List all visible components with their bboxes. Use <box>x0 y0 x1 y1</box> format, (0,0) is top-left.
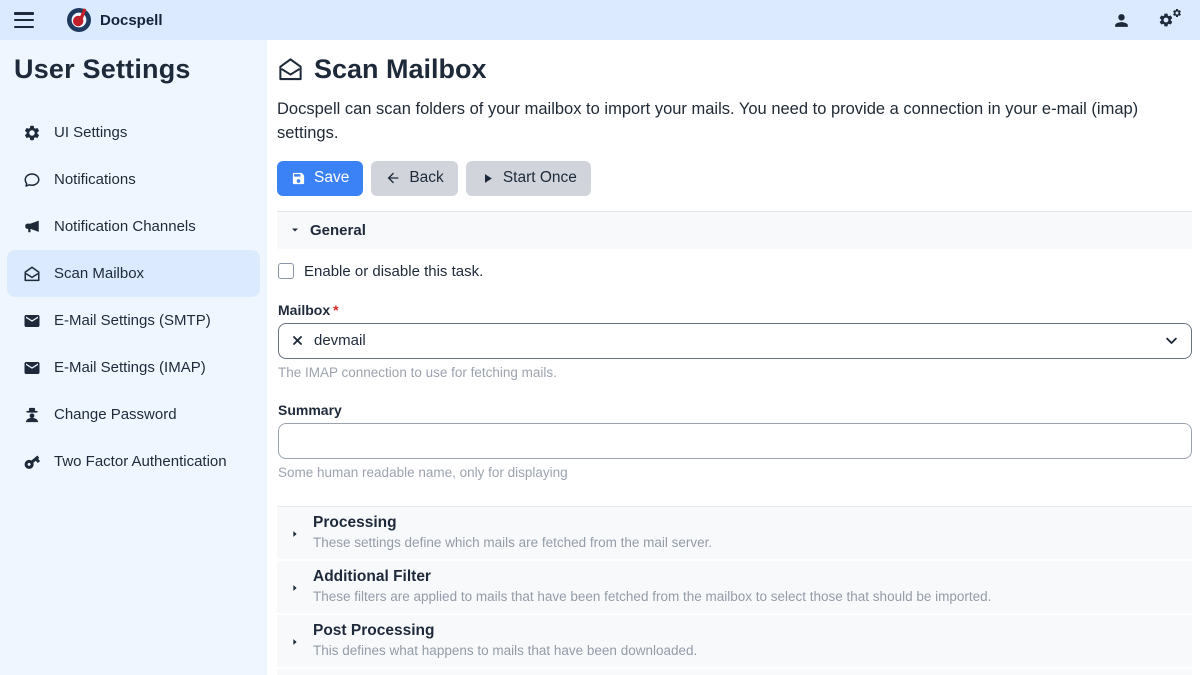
sidebar-item-change-password[interactable]: Change Password <box>7 391 260 438</box>
summary-input[interactable] <box>278 423 1192 459</box>
sidebar-item-label: E-Mail Settings (SMTP) <box>54 312 211 329</box>
general-section-body: Enable or disable this task. Mailbox* de… <box>277 249 1192 480</box>
caret-right-icon <box>290 635 300 647</box>
summary-field-label: Summary <box>278 402 1192 418</box>
user-settings-sidebar: User Settings UI Settings Notifications … <box>0 40 267 675</box>
sidebar-item-label: Notification Channels <box>54 218 196 235</box>
save-icon <box>291 171 306 186</box>
sidebar-item-email-settings-imap[interactable]: E-Mail Settings (IMAP) <box>7 344 260 391</box>
start-once-button-label: Start Once <box>503 169 577 187</box>
section-title: Post Processing <box>313 622 1180 640</box>
section-subtitle: This defines what happens to mails that … <box>313 643 1180 658</box>
enable-task-row[interactable]: Enable or disable this task. <box>278 263 1192 280</box>
mailbox-selected-value: devmail <box>314 332 366 349</box>
scan-mailbox-page: Scan Mailbox Docspell can scan folders o… <box>267 40 1200 675</box>
gear-icon <box>22 123 41 142</box>
envelope-icon <box>22 311 41 330</box>
caret-down-icon <box>289 224 301 236</box>
mailbox-field-label: Mailbox* <box>278 302 1192 318</box>
section-subtitle: These settings define which mails are fe… <box>313 535 1180 550</box>
chevron-down-icon[interactable] <box>1164 333 1179 348</box>
save-button[interactable]: Save <box>277 161 363 196</box>
sidebar-item-ui-settings[interactable]: UI Settings <box>7 109 260 156</box>
app-name: Docspell <box>100 12 163 29</box>
enable-task-checkbox[interactable] <box>278 263 294 279</box>
remove-selection-icon[interactable] <box>291 334 304 347</box>
sidebar-item-notifications[interactable]: Notifications <box>7 156 260 203</box>
envelope-icon <box>22 358 41 377</box>
app-brand[interactable]: Docspell <box>66 7 163 33</box>
save-button-label: Save <box>314 169 349 187</box>
user-secret-icon <box>22 405 41 424</box>
collapsed-sections: Processing These settings define which m… <box>277 506 1192 675</box>
back-button-label: Back <box>409 169 443 187</box>
top-bar: Docspell <box>0 0 1200 40</box>
sidebar-item-email-settings-smtp[interactable]: E-Mail Settings (SMTP) <box>7 297 260 344</box>
envelope-open-icon <box>277 56 304 83</box>
section-additional-filter[interactable]: Additional Filter These filters are appl… <box>277 561 1192 615</box>
summary-helper-text: Some human readable name, only for displ… <box>278 465 1192 480</box>
bullhorn-icon <box>22 217 41 236</box>
app-logo <box>66 7 92 33</box>
mailbox-select[interactable]: devmail <box>278 323 1192 359</box>
play-icon <box>480 171 495 186</box>
enable-task-label: Enable or disable this task. <box>304 263 483 280</box>
comment-icon <box>22 170 41 189</box>
envelope-open-icon <box>22 264 41 283</box>
section-subtitle: These filters are applied to mails that … <box>313 589 1180 604</box>
section-processing[interactable]: Processing These settings define which m… <box>277 507 1192 561</box>
page-title: Scan Mailbox <box>314 54 487 85</box>
mailbox-helper-text: The IMAP connection to use for fetching … <box>278 365 1192 380</box>
general-section-header[interactable]: General <box>277 211 1192 249</box>
section-title: Additional Filter <box>313 568 1180 586</box>
back-button[interactable]: Back <box>371 161 457 196</box>
sidebar-item-label: Notifications <box>54 171 136 188</box>
section-title: Processing <box>313 514 1180 532</box>
caret-right-icon <box>290 581 300 593</box>
sidebar-item-label: Two Factor Authentication <box>54 453 227 470</box>
user-icon[interactable] <box>1110 9 1132 31</box>
sidebar-item-label: Change Password <box>54 406 177 423</box>
sidebar-title: User Settings <box>0 50 267 95</box>
sidebar-item-scan-mailbox[interactable]: Scan Mailbox <box>7 250 260 297</box>
sidebar-item-label: UI Settings <box>54 124 127 141</box>
page-description: Docspell can scan folders of your mailbo… <box>277 98 1192 146</box>
section-metadata[interactable]: Metadata Define metadata that should be … <box>277 669 1192 675</box>
general-section-label: General <box>310 222 366 239</box>
cogs-icon[interactable] <box>1158 9 1180 31</box>
arrow-left-icon <box>385 170 401 186</box>
required-marker: * <box>333 302 338 318</box>
sidebar-item-two-factor-auth[interactable]: Two Factor Authentication <box>7 438 260 485</box>
section-post-processing[interactable]: Post Processing This defines what happen… <box>277 615 1192 669</box>
toolbar: Save Back Start Once <box>277 161 1192 196</box>
sidebar-item-label: Scan Mailbox <box>54 265 144 282</box>
sidebar-item-notification-channels[interactable]: Notification Channels <box>7 203 260 250</box>
key-icon <box>22 452 41 471</box>
start-once-button[interactable]: Start Once <box>466 161 591 196</box>
menu-icon[interactable] <box>14 12 34 28</box>
sidebar-item-label: E-Mail Settings (IMAP) <box>54 359 206 376</box>
caret-right-icon <box>290 527 300 539</box>
